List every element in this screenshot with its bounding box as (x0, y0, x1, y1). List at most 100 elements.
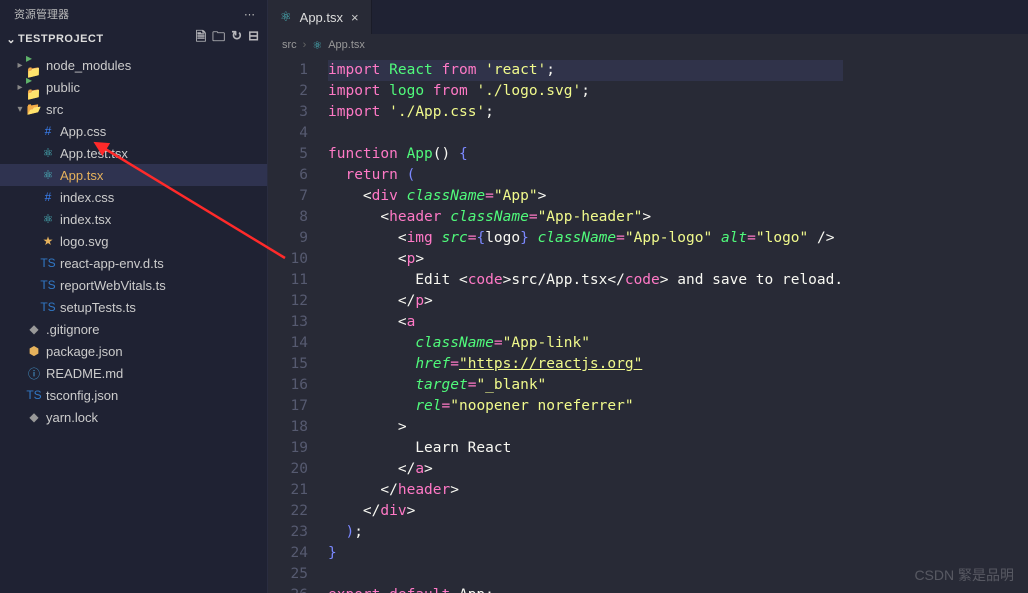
json-icon: ⬢ (26, 344, 42, 358)
refresh-icon[interactable]: ↻ (231, 28, 242, 50)
collapse-icon[interactable]: ⊟ (248, 28, 259, 50)
tree-item[interactable]: ▸▸📁 public (0, 76, 267, 98)
file-name: src (46, 102, 63, 117)
folder-open-icon: 📂 (26, 102, 42, 116)
tab-bar: ⚛ App.tsx × (268, 0, 1028, 34)
code-line (328, 123, 843, 144)
tree-item[interactable]: ▾📂 src (0, 98, 267, 120)
code-line: > (328, 417, 843, 438)
explorer-title-row: 资源管理器 ⋯ (0, 0, 267, 26)
info-icon: ⓘ (26, 365, 42, 382)
code-line: <header className="App-header"> (328, 207, 843, 228)
folder-icon: ▸📁 (26, 73, 42, 101)
tree-item[interactable]: # App.css (0, 120, 267, 142)
file-name: index.tsx (60, 212, 111, 227)
code-line: </div> (328, 501, 843, 522)
code-line: Learn React (328, 438, 843, 459)
tree-item[interactable]: TSreportWebVitals.ts (0, 274, 267, 296)
file-name: App.test.tsx (60, 146, 128, 161)
code-line: import React from 'react'; (328, 60, 843, 81)
chevron-right-icon[interactable]: ▸ (14, 82, 26, 93)
file-name: react-app-env.d.ts (60, 256, 164, 271)
code-line: <div className="App"> (328, 186, 843, 207)
tree-item[interactable]: ⬢ package.json (0, 340, 267, 362)
code-line: </a> (328, 459, 843, 480)
tree-item[interactable]: ◆ yarn.lock (0, 406, 267, 428)
git-icon: ◆ (26, 322, 42, 336)
react-icon: ⚛ (40, 146, 56, 160)
code-line: import logo from './logo.svg'; (328, 81, 843, 102)
code-line: </header> (328, 480, 843, 501)
breadcrumb[interactable]: src › ⚛ App.tsx (268, 34, 1028, 56)
tab-app-tsx[interactable]: ⚛ App.tsx × (268, 0, 372, 34)
file-name: index.css (60, 190, 114, 205)
code-area[interactable]: 1234567891011121314151617181920212223242… (268, 56, 1028, 593)
code-line: ); (328, 522, 843, 543)
file-name: App.tsx (60, 168, 103, 183)
file-name: package.json (46, 344, 123, 359)
react-icon: ⚛ (40, 168, 56, 182)
code-line: function App() { (328, 144, 843, 165)
project-header[interactable]: ⌄ TESTPROJECT 🗎 🗀 ↻ ⊟ (0, 26, 267, 54)
more-icon[interactable]: ⋯ (244, 8, 257, 21)
tree-item[interactable]: TS react-app-env.d.ts (0, 252, 267, 274)
code-line: return ( (328, 165, 843, 186)
project-name: TESTPROJECT (18, 33, 196, 45)
file-name: reportWebVitals.ts (60, 278, 166, 293)
tree-item[interactable]: ⚛ App.tsx (0, 164, 267, 186)
css-icon: # (40, 124, 56, 138)
tree-item[interactable]: ⚛ App.test.tsx (0, 142, 267, 164)
new-file-icon[interactable]: 🗎 (196, 28, 206, 50)
ts-icon: TS (40, 300, 56, 314)
react-icon: ⚛ (312, 39, 322, 52)
tree-item[interactable]: ◆.gitignore (0, 318, 267, 340)
code-line: target="_blank" (328, 375, 843, 396)
code-line: } (328, 543, 843, 564)
css-icon: # (40, 190, 56, 204)
tree-item[interactable]: # index.css (0, 186, 267, 208)
code-line: className="App-link" (328, 333, 843, 354)
svg-icon: ★ (40, 234, 56, 248)
code-line: Edit <code>src/App.tsx</code> and save t… (328, 270, 843, 291)
file-name: public (46, 80, 80, 95)
close-icon[interactable]: × (351, 10, 359, 25)
new-folder-icon[interactable]: 🗀 (212, 28, 225, 50)
chevron-right-icon: › (303, 39, 307, 51)
tree-item[interactable]: TStsconfig.json (0, 384, 267, 406)
file-name: node_modules (46, 58, 131, 73)
code-line: <a (328, 312, 843, 333)
chevron-right-icon[interactable]: ▸ (14, 60, 26, 71)
breadcrumb-seg: src (282, 39, 297, 51)
code-line: rel="noopener noreferrer" (328, 396, 843, 417)
tree-item[interactable]: ⓘ README.md (0, 362, 267, 384)
tree-item[interactable]: ⚛ index.tsx (0, 208, 267, 230)
code-line: </p> (328, 291, 843, 312)
editor-pane: ⚛ App.tsx × src › ⚛ App.tsx 123456789101… (268, 0, 1028, 593)
yarn-icon: ◆ (26, 410, 42, 424)
file-name: README.md (46, 366, 123, 381)
code-line (328, 564, 843, 585)
chevron-down-icon[interactable]: ▾ (14, 104, 26, 115)
explorer-sidebar: 资源管理器 ⋯ ⌄ TESTPROJECT 🗎 🗀 ↻ ⊟ ▸▸📁 node_mo… (0, 0, 268, 593)
file-name: setupTests.ts (60, 300, 136, 315)
tab-label: App.tsx (300, 10, 343, 25)
ts-icon: TS (40, 256, 56, 270)
tree-item[interactable]: TS setupTests.ts (0, 296, 267, 318)
file-name: tsconfig.json (46, 388, 118, 403)
breadcrumb-seg: App.tsx (328, 39, 365, 51)
tree-item[interactable]: ★ logo.svg (0, 230, 267, 252)
code-content[interactable]: import React from 'react';import logo fr… (322, 56, 843, 593)
react-icon: ⚛ (280, 9, 292, 25)
file-name: App.css (60, 124, 106, 139)
file-name: yarn.lock (46, 410, 98, 425)
file-name: logo.svg (60, 234, 108, 249)
react-icon: ⚛ (40, 212, 56, 226)
explorer-title: 资源管理器 (14, 6, 69, 22)
code-line: import './App.css'; (328, 102, 843, 123)
chevron-down-icon: ⌄ (4, 33, 18, 46)
code-line: <img src={logo} className="App-logo" alt… (328, 228, 843, 249)
line-numbers: 1234567891011121314151617181920212223242… (268, 56, 322, 593)
code-line: <p> (328, 249, 843, 270)
code-line: href="https://reactjs.org" (328, 354, 843, 375)
code-line: export default App; (328, 585, 843, 593)
